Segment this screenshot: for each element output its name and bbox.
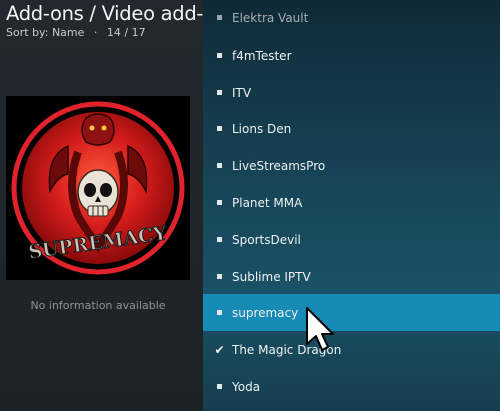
square-bullet-icon — [213, 126, 226, 131]
details-pane: Add-ons / Video add-ons Sort by: Name · … — [0, 0, 237, 411]
list-item[interactable]: f4mTester — [203, 37, 500, 74]
list-item[interactable]: Yoda — [203, 368, 500, 405]
checkmark-glyph: ✔ — [214, 342, 225, 357]
square-bullet-icon — [213, 237, 226, 242]
list-item-label: Planet MMA — [232, 195, 303, 210]
list-item-label: supremacy — [232, 305, 299, 320]
square-bullet-icon — [213, 53, 226, 58]
addon-list[interactable]: Elektra Vault f4mTester ITV Lions Den LiveSt… — [203, 0, 500, 411]
list-item[interactable]: ITV — [203, 74, 500, 111]
bullet-square — [217, 200, 222, 205]
list-item[interactable]: Sublime IPTV — [203, 258, 500, 295]
mouse-pointer-icon — [306, 307, 334, 351]
checkmark-icon: ✔ — [213, 344, 226, 356]
bullet-square — [217, 126, 222, 131]
square-bullet-icon — [213, 15, 226, 20]
list-item[interactable]: Elektra Vault — [203, 0, 500, 36]
list-item-label: Elektra Vault — [232, 10, 309, 25]
list-item[interactable]: ✔ The Magic Dragon — [203, 331, 500, 368]
item-count: 14 / 17 — [106, 26, 146, 39]
bullet-square — [217, 90, 222, 95]
list-item-label: LiveStreamsPro — [232, 158, 326, 173]
supremacy-logo: SUPREMACY — [6, 96, 190, 280]
list-item-label: f4mTester — [232, 48, 292, 63]
square-bullet-icon — [213, 384, 226, 389]
list-item[interactable]: supremacy — [203, 294, 500, 331]
list-item[interactable]: Lions Den — [203, 110, 500, 147]
list-item[interactable]: Planet MMA — [203, 184, 500, 221]
list-item-label: Lions Den — [232, 121, 292, 136]
bullet-square — [217, 310, 222, 315]
list-item[interactable]: LiveStreamsPro — [203, 147, 500, 184]
list-item-label: ITV — [232, 85, 252, 100]
bullet-square — [217, 163, 222, 168]
square-bullet-icon — [213, 90, 226, 95]
sort-info: Sort by: Name · 14 / 17 — [6, 26, 146, 39]
bullet-square — [217, 274, 222, 279]
square-bullet-icon — [213, 274, 226, 279]
list-item[interactable]: SportsDevil — [203, 221, 500, 258]
list-item-label: Yoda — [232, 379, 261, 394]
addon-thumbnail: SUPREMACY — [6, 96, 190, 280]
square-bullet-icon — [213, 310, 226, 315]
bullet-square — [217, 53, 222, 58]
sort-label[interactable]: Sort by: Name — [6, 26, 84, 39]
separator: · — [93, 26, 98, 39]
no-info-text: No information available — [30, 299, 166, 312]
list-item-label: Sublime IPTV — [232, 269, 311, 284]
bullet-square — [217, 237, 222, 242]
square-bullet-icon — [213, 200, 226, 205]
list-item-label: SportsDevil — [232, 232, 301, 247]
square-bullet-icon — [213, 163, 226, 168]
bullet-square — [217, 384, 222, 389]
bullet-square — [217, 15, 222, 20]
